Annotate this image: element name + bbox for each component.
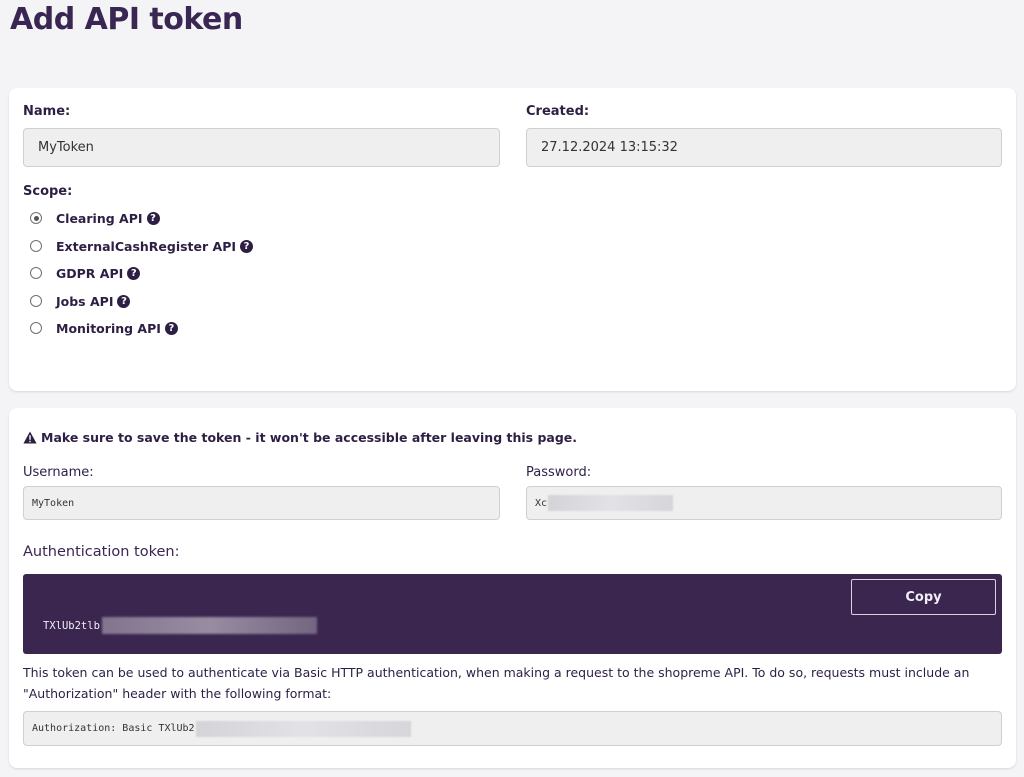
scope-option-label: ExternalCashRegister API	[56, 238, 237, 254]
scope-radio-jobs-api[interactable]	[30, 295, 42, 307]
question-circle-icon[interactable]: ?	[117, 294, 131, 308]
name-value: MyToken	[38, 140, 94, 155]
redacted-token	[101, 617, 317, 634]
question-circle-icon[interactable]: ?	[127, 266, 141, 280]
auth-token-text[interactable]: TXlUb2tlb	[43, 617, 317, 634]
scope-label: Scope:	[23, 184, 73, 199]
redacted-header	[195, 720, 411, 737]
auth-token-value: TXlUb2tlb	[43, 619, 100, 632]
password-field[interactable]: Xc	[526, 486, 1002, 520]
name-label: Name:	[23, 104, 71, 119]
scope-radio-externalcashregister-api[interactable]	[30, 240, 42, 252]
question-circle-icon[interactable]: ?	[146, 211, 160, 225]
created-label: Created:	[526, 104, 590, 119]
copy-button[interactable]: Copy	[851, 579, 996, 615]
question-circle-icon[interactable]: ?	[240, 239, 254, 253]
username-value: MyToken	[32, 497, 75, 509]
scope-radio-clearing-api[interactable]	[30, 212, 42, 224]
username-label: Username:	[23, 465, 94, 480]
name-field[interactable]: MyToken	[23, 128, 500, 167]
scope-radio-gdpr-api[interactable]	[30, 267, 42, 279]
warning-triangle-icon	[23, 431, 37, 444]
save-warning: Make sure to save the token - it won't b…	[23, 430, 577, 445]
credentials-card: Make sure to save the token - it won't b…	[9, 408, 1016, 768]
scope-option-label: GDPR API	[56, 265, 124, 281]
scope-radio-monitoring-api[interactable]	[30, 322, 42, 334]
token-details-card: Name: MyToken Created: 27.12.2024 13:15:…	[9, 88, 1016, 391]
created-value: 27.12.2024 13:15:32	[541, 140, 678, 155]
scope-option-clearing-api[interactable]: Clearing API ?	[29, 208, 160, 228]
token-description: This token can be used to authenticate v…	[23, 665, 970, 701]
redacted-password	[548, 495, 674, 511]
scope-option-label: Monitoring API	[56, 320, 161, 336]
authorization-header-value: Authorization: Basic TXlUb2	[32, 723, 195, 734]
scope-option-jobs-api[interactable]: Jobs API ?	[29, 291, 131, 311]
auth-token-box: Copy TXlUb2tlb	[23, 574, 1002, 654]
username-field[interactable]: MyToken	[23, 486, 500, 520]
auth-token-title: Authentication token:	[23, 544, 180, 560]
created-field: 27.12.2024 13:15:32	[526, 128, 1002, 167]
authorization-header-field[interactable]: Authorization: Basic TXlUb2	[23, 711, 1002, 746]
password-label: Password:	[526, 465, 592, 480]
save-warning-text: Make sure to save the token - it won't b…	[41, 430, 578, 445]
scope-option-label: Clearing API	[56, 210, 143, 226]
scope-option-label: Jobs API	[56, 293, 114, 309]
password-value: Xc	[535, 497, 548, 509]
scope-option-monitoring-api[interactable]: Monitoring API ?	[29, 318, 178, 338]
scope-option-gdpr-api[interactable]: GDPR API ?	[29, 263, 141, 283]
question-circle-icon[interactable]: ?	[164, 321, 178, 335]
page-title: Add API token	[10, 2, 243, 37]
scope-option-externalcashregister-api[interactable]: ExternalCashRegister API ?	[29, 236, 254, 256]
